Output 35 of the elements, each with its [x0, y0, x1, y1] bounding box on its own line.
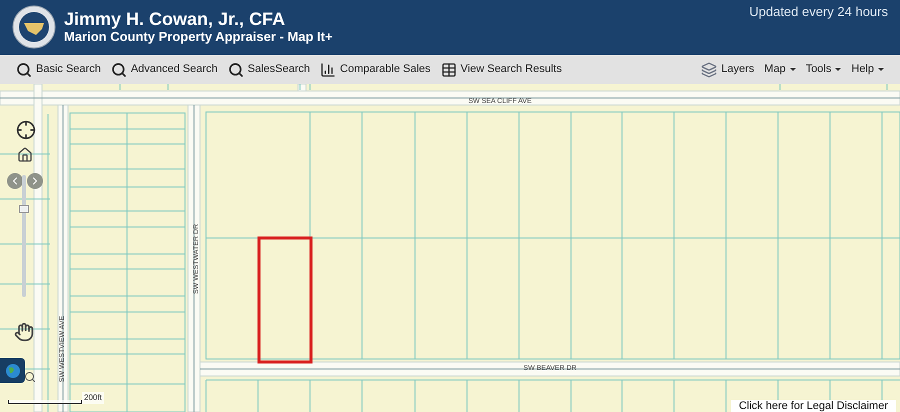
globe-icon	[4, 362, 20, 378]
toolbar-button[interactable]: Advanced Search	[110, 57, 218, 82]
zoom-slider[interactable]	[22, 175, 26, 297]
hand-icon	[14, 322, 34, 342]
pan-button[interactable]	[14, 322, 34, 342]
search-icon	[110, 62, 127, 78]
search-icon	[16, 62, 32, 78]
bar-chart-icon	[320, 62, 336, 78]
caret-icon	[835, 68, 842, 71]
toolbar-button[interactable]: SalesSearch	[228, 57, 310, 82]
menu-button[interactable]: Tools	[806, 57, 842, 82]
scale-label: 200ft	[82, 392, 104, 404]
slider-thumb[interactable]	[19, 204, 29, 213]
update-note: Updated every 24 hours	[749, 3, 888, 21]
menu-button[interactable]: Help	[851, 57, 884, 82]
toolbar-button[interactable]: View Search Results	[440, 57, 562, 82]
menu-button[interactable]: Map	[764, 57, 796, 82]
seal-logo	[12, 5, 56, 49]
toolbar-button[interactable]: Comparable Sales	[320, 57, 431, 82]
crosshair-icon	[16, 120, 36, 140]
home-button[interactable]	[17, 147, 33, 163]
layers-icon	[701, 62, 718, 78]
magnifier-icon	[24, 371, 36, 383]
table-icon	[440, 62, 457, 78]
home-icon	[17, 147, 33, 163]
caret-icon	[878, 68, 884, 71]
caret-icon	[790, 68, 796, 71]
search-icon	[228, 62, 244, 78]
locate-button[interactable]	[16, 120, 36, 140]
globe-button[interactable]	[0, 358, 25, 383]
toolbar-button[interactable]: Basic Search	[16, 57, 101, 82]
disclaimer-link[interactable]: Click here for Legal Disclaimer	[730, 400, 896, 412]
menu-button[interactable]: Layers	[701, 57, 754, 82]
header-subtitle: Marion County Property Appraiser - Map It+	[64, 29, 333, 45]
header-title: Jimmy H. Cowan, Jr., CFA	[64, 9, 286, 29]
